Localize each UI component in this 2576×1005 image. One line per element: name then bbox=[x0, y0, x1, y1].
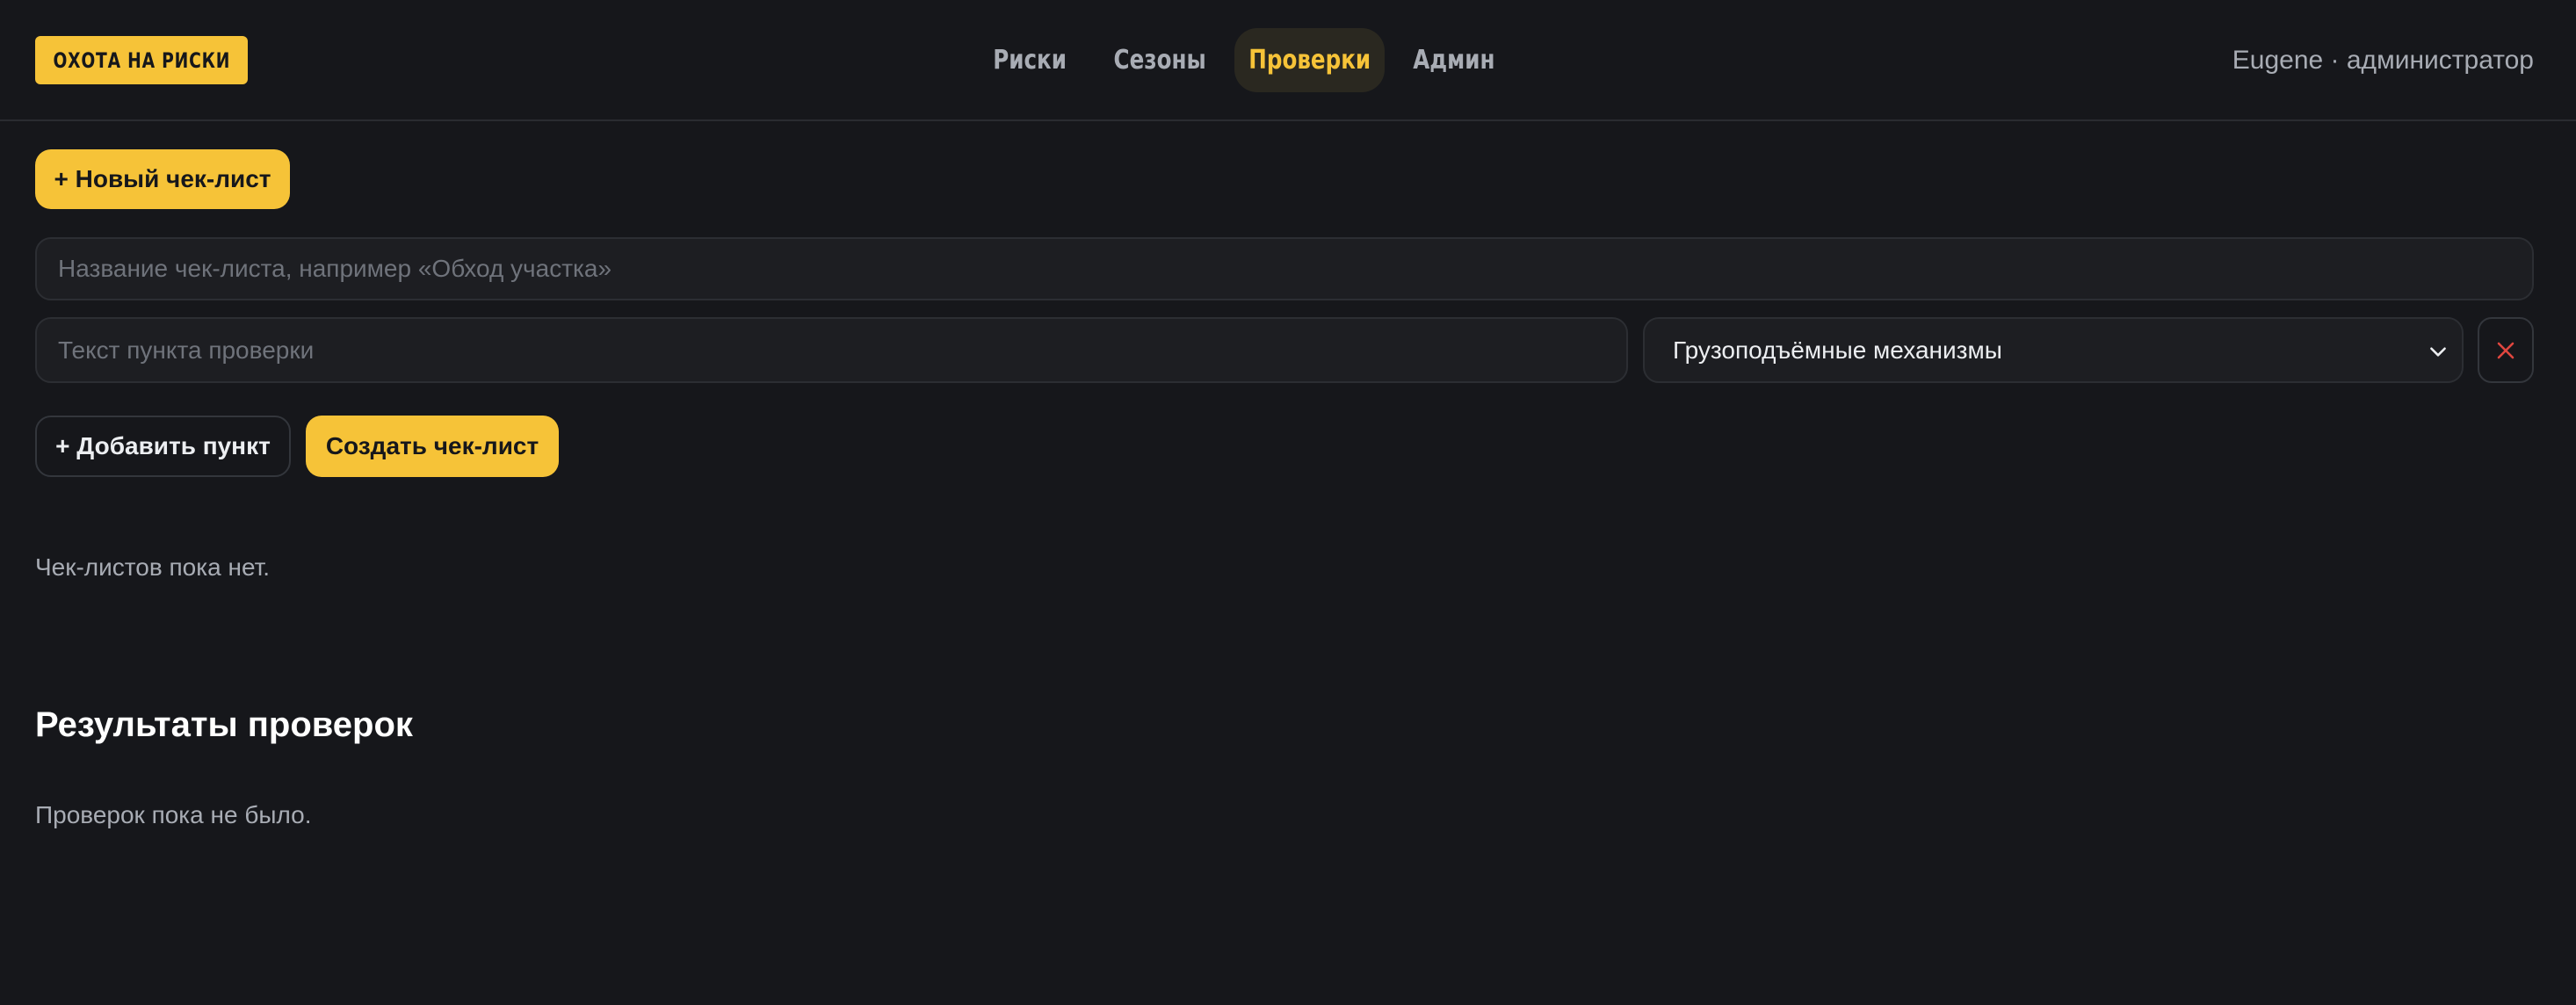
tab-risks-label: Риски bbox=[993, 45, 1067, 76]
tab-seasons-label: Сезоны bbox=[1113, 45, 1206, 76]
chevron-down-icon bbox=[2430, 347, 2446, 357]
tab-checks-label: Проверки bbox=[1248, 45, 1371, 76]
checklist-title-input[interactable]: Название чек-листа, например «Обход учас… bbox=[35, 237, 2534, 300]
tab-checks[interactable]: Проверки bbox=[1234, 28, 1385, 92]
new-checklist-button[interactable]: + Новый чек-лист bbox=[35, 149, 290, 209]
tab-risks[interactable]: Риски bbox=[979, 28, 1081, 92]
tab-seasons[interactable]: Сезоны bbox=[1107, 28, 1212, 92]
tab-admin[interactable]: Админ bbox=[1406, 28, 1502, 92]
user-info: Eugene · администратор bbox=[2232, 46, 2534, 75]
tab-admin-label: Админ bbox=[1413, 45, 1495, 76]
top-bar: ОХОТА НА РИСКИ Риски Сезоны Проверки Адм… bbox=[0, 0, 2576, 121]
results-empty-text: Проверок пока не было. bbox=[35, 801, 312, 828]
add-item-button[interactable]: + Добавить пункт bbox=[35, 416, 291, 477]
category-select-value: Грузоподъёмные механизмы bbox=[1673, 336, 2002, 364]
checklist-item-input[interactable]: Текст пункта проверки bbox=[35, 317, 1628, 383]
checklist-title-placeholder: Название чек-листа, например «Обход учас… bbox=[58, 255, 612, 282]
remove-item-button[interactable] bbox=[2478, 317, 2534, 383]
checklists-empty-text: Чек-листов пока нет. bbox=[35, 553, 271, 581]
create-checklist-button[interactable]: Создать чек-лист bbox=[306, 416, 559, 477]
results-title: Результаты проверок bbox=[35, 705, 413, 745]
close-icon bbox=[2497, 342, 2514, 358]
main-nav: Риски Сезоны Проверки Админ bbox=[0, 0, 2576, 121]
checklist-item-placeholder: Текст пункта проверки bbox=[58, 336, 315, 364]
category-select[interactable]: Грузоподъёмные механизмы bbox=[1643, 317, 2464, 383]
